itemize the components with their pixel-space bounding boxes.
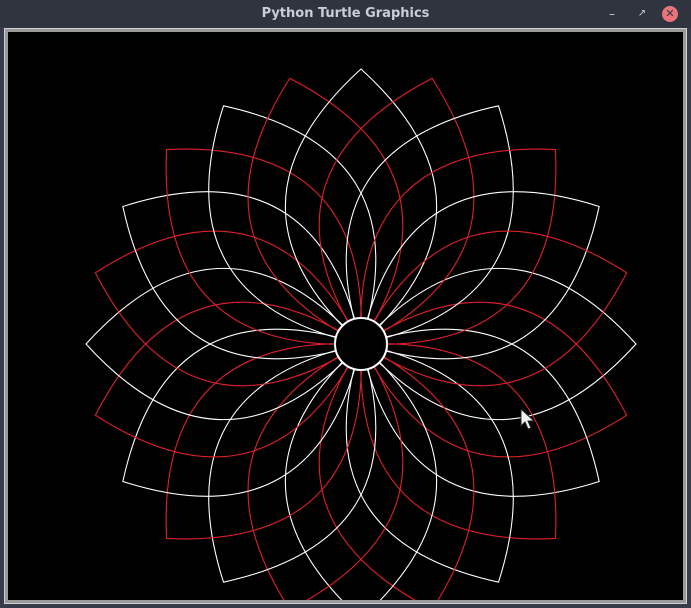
maximize-icon[interactable]: ↗ xyxy=(634,6,650,22)
petal xyxy=(345,105,514,345)
mouse-cursor-icon xyxy=(520,408,536,430)
petal xyxy=(94,230,362,387)
petal xyxy=(360,191,600,360)
title-bar[interactable]: Python Turtle Graphics – ↗ ✕ xyxy=(0,0,691,28)
flower-drawing xyxy=(85,68,637,600)
petal xyxy=(208,105,377,345)
petal xyxy=(360,230,628,387)
turtle-canvas[interactable] xyxy=(8,32,683,600)
petal xyxy=(360,301,628,458)
petal xyxy=(318,77,475,345)
petal xyxy=(208,343,377,583)
petal xyxy=(122,328,362,497)
window-title: Python Turtle Graphics xyxy=(261,6,430,21)
petal xyxy=(122,191,362,360)
petal xyxy=(345,343,514,583)
turtle-window: Python Turtle Graphics – ↗ ✕ xyxy=(0,0,691,608)
minimize-icon[interactable]: – xyxy=(604,6,620,22)
petal xyxy=(360,328,600,497)
close-icon[interactable]: ✕ xyxy=(662,6,678,22)
petal xyxy=(94,301,362,458)
canvas-frame xyxy=(4,28,687,604)
petal xyxy=(247,77,404,345)
center-disc xyxy=(334,317,388,371)
